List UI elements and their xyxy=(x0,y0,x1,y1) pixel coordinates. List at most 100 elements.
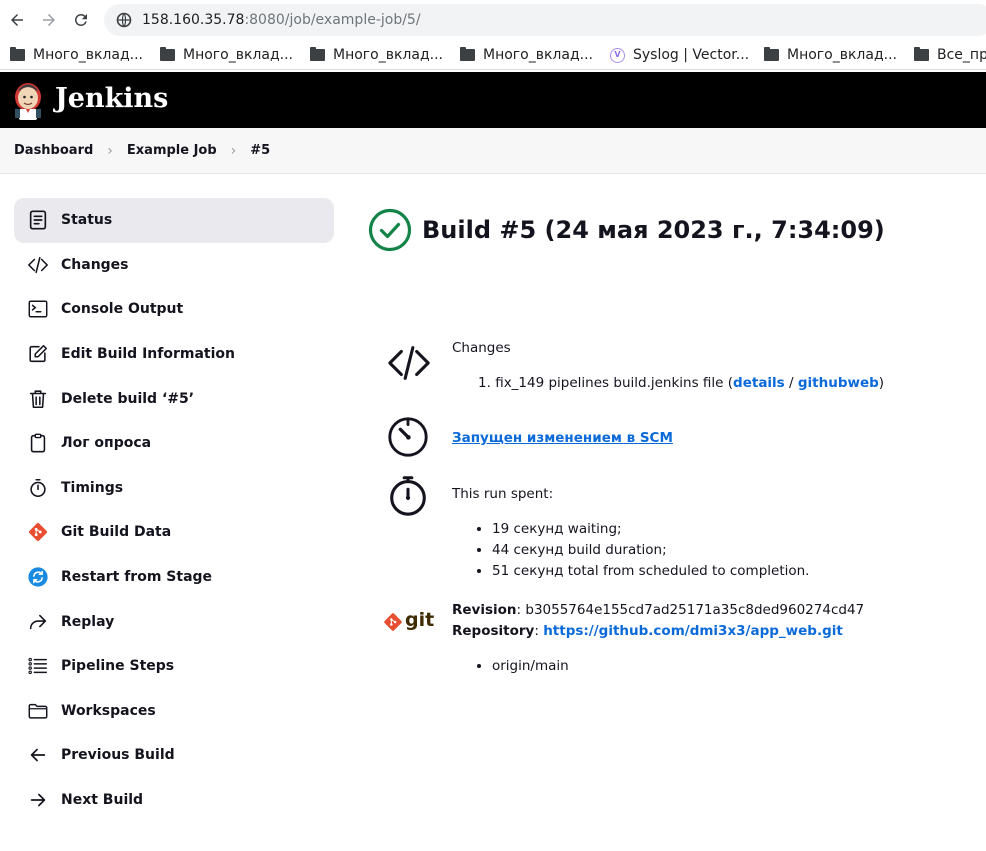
folder-icon xyxy=(160,47,175,61)
bookmark-item[interactable]: Все_пр xyxy=(914,42,986,68)
sidebar-item-label: Timings xyxy=(61,479,124,496)
back-button[interactable] xyxy=(6,9,28,31)
timing-list: 19 секунд waiting; 44 секунд build durat… xyxy=(478,519,809,582)
arrow-back-icon xyxy=(11,14,23,26)
forward-button[interactable] xyxy=(38,9,60,31)
folder-icon xyxy=(914,47,929,61)
repository-label: Repository xyxy=(452,623,535,639)
change-text: fix_149 pipelines build.jenkins file ( xyxy=(495,375,734,391)
sidebar-item-label: Console Output xyxy=(61,301,184,318)
arrow-right-icon xyxy=(26,788,50,812)
sidebar-item-status[interactable]: Status xyxy=(14,198,334,243)
stopwatch-icon xyxy=(26,476,50,500)
stopwatch-icon xyxy=(383,470,433,520)
trigger-line: Запущен изменением в SCM xyxy=(452,428,673,449)
change-entry: 1. fix_149 pipelines build.jenkins file … xyxy=(478,373,884,394)
sidebar-item-label: Next Build xyxy=(61,792,144,809)
git-logo-text: git xyxy=(405,609,435,631)
sidebar: Status Changes Console Output Edit Build… xyxy=(14,198,334,822)
chevron-right-icon: › xyxy=(107,142,113,159)
changes-heading: Changes xyxy=(452,340,511,356)
sidebar-item-next-build[interactable]: Next Build xyxy=(14,778,334,823)
git-logo: git xyxy=(383,609,435,632)
bookmark-item[interactable]: Много_вклад... xyxy=(160,42,293,68)
sidebar-item-label: Changes xyxy=(61,256,129,273)
reload-button[interactable] xyxy=(70,9,92,31)
bookmark-item[interactable]: Много_вклад... xyxy=(764,42,897,68)
repository-link[interactable]: https://github.com/dmi3x3/app_web.git xyxy=(543,623,843,639)
revision-label: Revision xyxy=(452,602,517,618)
change-details-link[interactable]: details xyxy=(733,375,785,391)
reload-icon xyxy=(74,13,87,26)
list-item: 44 секунд build duration; xyxy=(492,540,809,561)
jenkins-logo-icon[interactable] xyxy=(12,82,44,120)
sidebar-item-label: Restart from Stage xyxy=(61,569,213,586)
git-revision: Revision: b3055764e155cd7ad25171a35c8ded… xyxy=(452,600,864,621)
branch-list: origin/main xyxy=(478,656,569,677)
folder-icon xyxy=(460,47,475,61)
chevron-right-icon: › xyxy=(230,142,237,159)
change-number: 1. xyxy=(478,375,491,391)
sidebar-item-pipeline-steps[interactable]: Pipeline Steps xyxy=(14,644,334,689)
page-title: Build #5 (24 мая 2023 г., 7:34:09) xyxy=(422,216,885,244)
sidebar-item-workspaces[interactable]: Workspaces xyxy=(14,689,334,734)
build-heading: Build #5 (24 мая 2023 г., 7:34:09) xyxy=(368,208,885,252)
trash-icon xyxy=(26,387,50,411)
folder-icon xyxy=(10,47,25,61)
trigger-link[interactable]: Запущен изменением в SCM xyxy=(452,430,673,446)
address-bar[interactable]: 158.160.35.78:8080/job/example-job/5/ xyxy=(104,4,986,36)
sidebar-item-timings[interactable]: Timings xyxy=(14,466,334,511)
sidebar-item-git-build-data[interactable]: Git Build Data xyxy=(14,510,334,555)
browser-toolbar: 158.160.35.78:8080/job/example-job/5/ xyxy=(0,0,986,40)
site-info-icon[interactable] xyxy=(116,12,132,28)
git-icon xyxy=(384,613,402,631)
vector-icon: V xyxy=(610,47,625,63)
sidebar-item-label: Git Build Data xyxy=(61,524,172,541)
change-githubweb-link[interactable]: githubweb xyxy=(798,375,879,391)
url-path: :8080/job/example-job/5/ xyxy=(244,12,421,28)
breadcrumb: Dashboard › Example Job › #5 xyxy=(0,128,986,174)
sidebar-item-edit-build-information[interactable]: Edit Build Information xyxy=(14,332,334,377)
list-item: 19 секунд waiting; xyxy=(492,519,809,540)
breadcrumb-build[interactable]: #5 xyxy=(250,143,270,158)
sidebar-item-label: Workspaces xyxy=(61,702,156,719)
arrow-forward-icon xyxy=(43,14,55,26)
timing-heading: This run spent: xyxy=(452,486,554,502)
restart-icon xyxy=(26,565,50,589)
clipboard-icon xyxy=(26,431,50,455)
revision-value: : b3055764e155cd7ad25171a35c8ded960274cd… xyxy=(516,602,865,618)
sidebar-item-label: Status xyxy=(61,212,113,229)
bookmark-item[interactable]: Много_вклад... xyxy=(310,42,443,68)
list-icon xyxy=(26,654,50,678)
sidebar-item-replay[interactable]: Replay xyxy=(14,599,334,644)
arrow-left-icon xyxy=(26,743,50,767)
bookmark-item[interactable]: Много_вклад... xyxy=(460,42,593,68)
git-repository: Repository: https://github.com/dmi3x3/ap… xyxy=(452,621,843,642)
terminal-icon xyxy=(26,297,50,321)
sidebar-item-label: Replay xyxy=(61,613,115,630)
sidebar-item-label: Лог опроса xyxy=(61,435,152,452)
jenkins-title[interactable]: Jenkins xyxy=(55,82,168,116)
replay-icon xyxy=(26,610,50,634)
sidebar-item-console-output[interactable]: Console Output xyxy=(14,287,334,332)
bookmarks-bar: Много_вклад... Много_вклад... Много_вкла… xyxy=(0,40,986,70)
sidebar-item-label: Previous Build xyxy=(61,747,175,764)
code-icon xyxy=(26,253,50,277)
sidebar-item-polling-log[interactable]: Лог опроса xyxy=(14,421,334,466)
breadcrumb-job[interactable]: Example Job xyxy=(127,143,217,158)
sidebar-item-changes[interactable]: Changes xyxy=(14,243,334,288)
success-check-icon xyxy=(368,208,412,252)
sidebar-item-label: Delete build ‘#5’ xyxy=(61,390,195,407)
sidebar-item-previous-build[interactable]: Previous Build xyxy=(14,733,334,778)
git-icon xyxy=(26,520,50,544)
code-icon xyxy=(384,338,434,388)
sidebar-item-restart-from-stage[interactable]: Restart from Stage xyxy=(14,555,334,600)
repository-sep: : xyxy=(534,623,544,639)
bookmark-item[interactable]: Много_вклад... xyxy=(10,42,143,68)
sidebar-item-delete-build[interactable]: Delete build ‘#5’ xyxy=(14,376,334,421)
edit-icon xyxy=(26,342,50,366)
change-separator: / xyxy=(784,375,798,391)
bookmark-item[interactable]: V Syslog | Vector... xyxy=(610,42,749,68)
status-icon xyxy=(26,208,50,232)
breadcrumb-dashboard[interactable]: Dashboard xyxy=(14,143,93,158)
